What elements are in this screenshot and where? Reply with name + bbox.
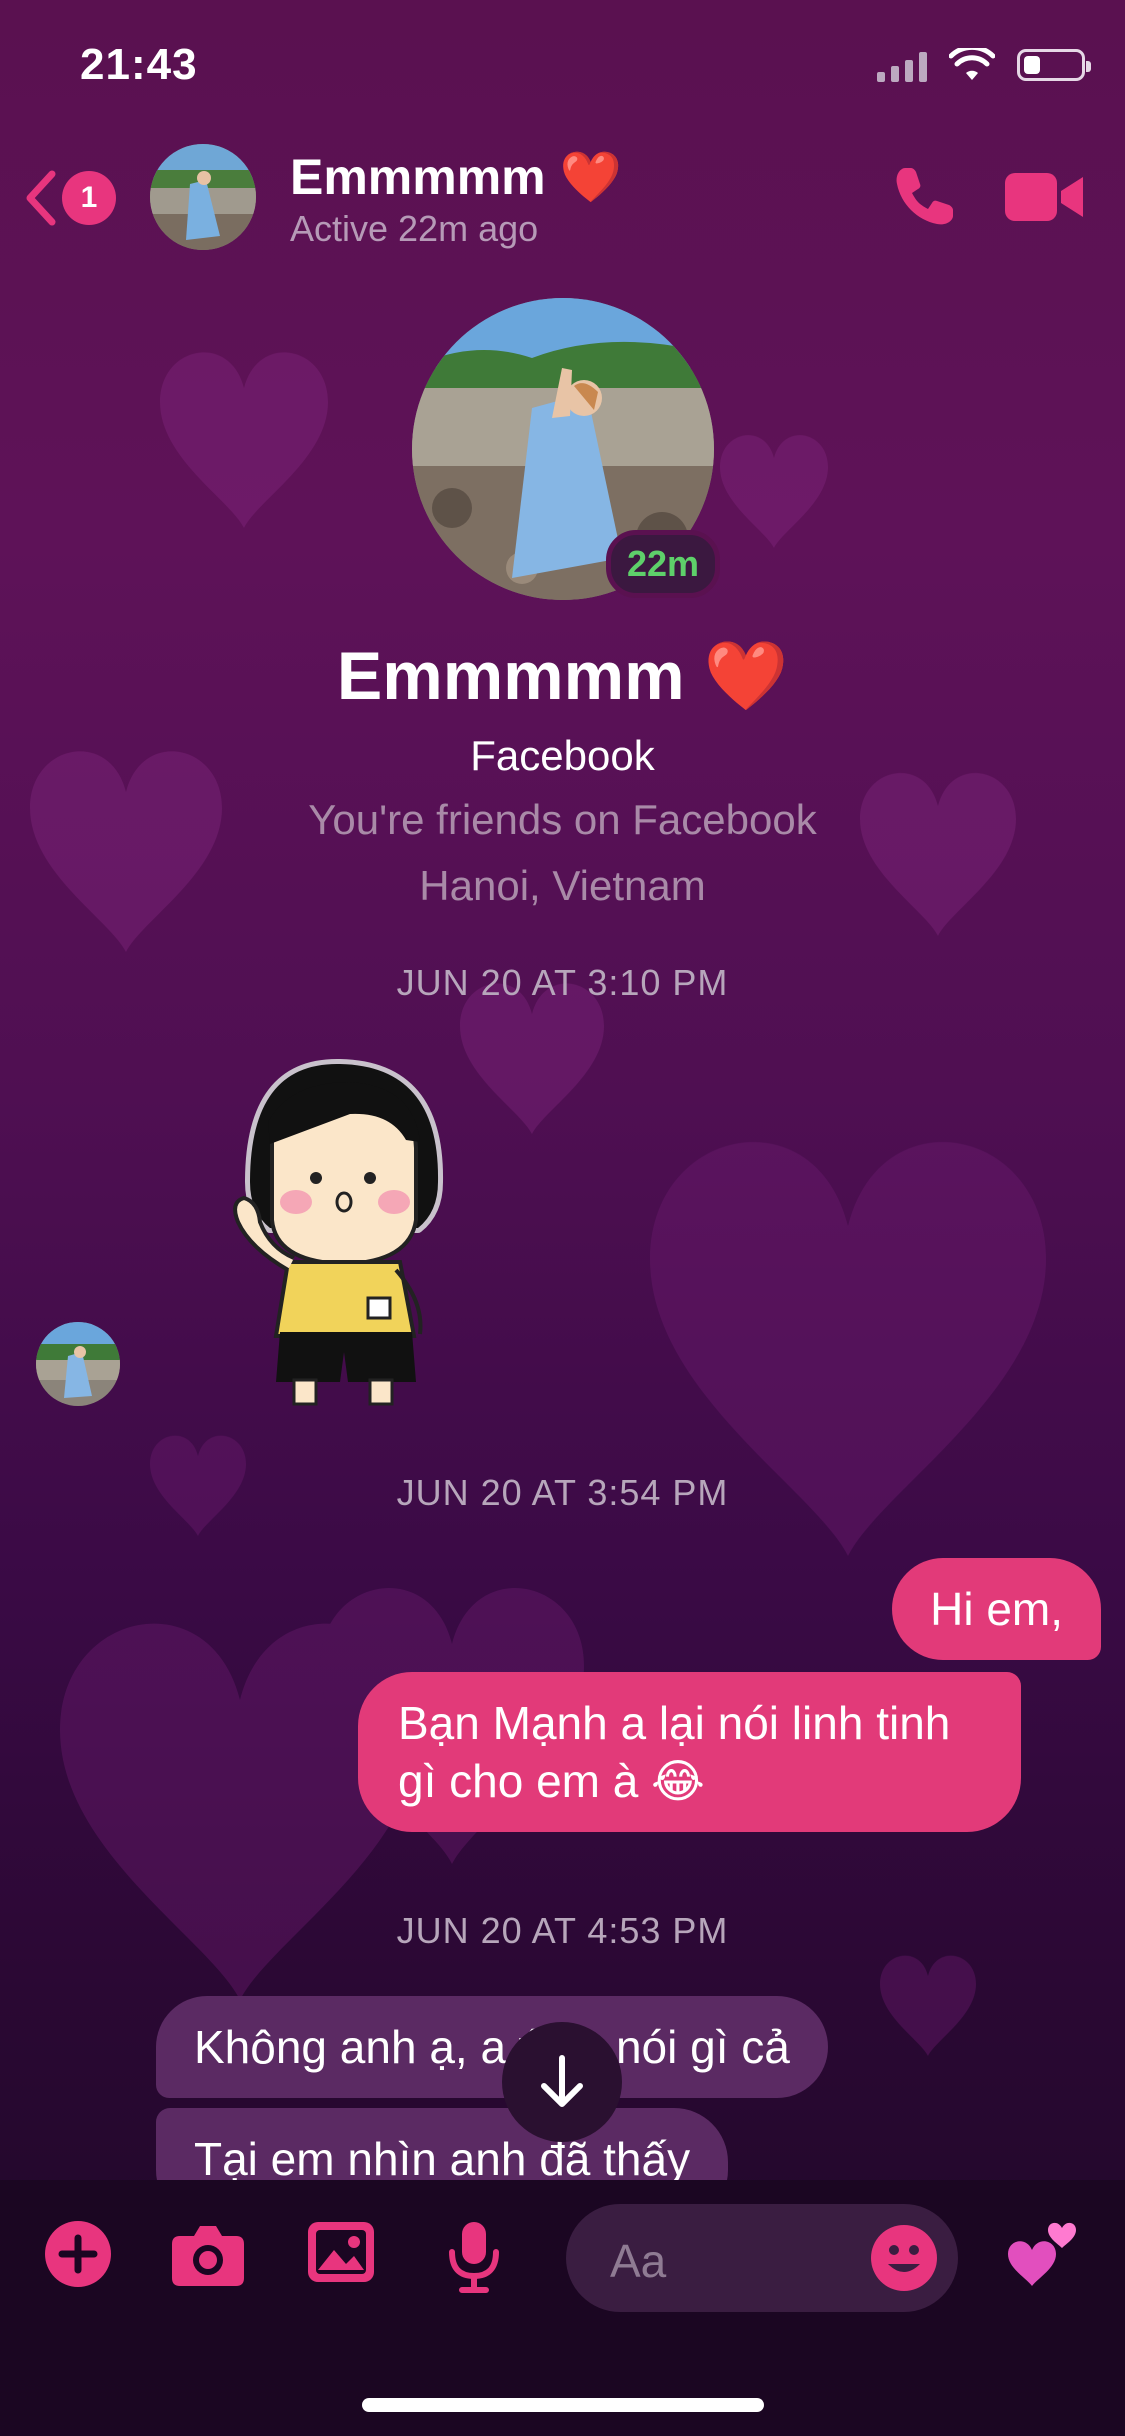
message-timestamp: JUN 20 AT 4:53 PM [396,1910,729,1951]
battery-icon [1017,49,1091,81]
active-status: Active 22m ago [290,208,539,249]
header-actions [891,164,1085,230]
unread-badge: 1 [62,171,116,225]
friendship-status: You're friends on Facebook [308,796,817,843]
sender-avatar[interactable] [36,1322,120,1406]
arrow-down-icon [541,2055,583,2107]
message-timestamp: JUN 20 AT 3:10 PM [396,962,729,1003]
avatar[interactable] [150,144,256,250]
contact-name: Emmmmm ❤️ [290,149,622,205]
scroll-to-bottom-button[interactable] [502,2022,622,2142]
camera-icon[interactable] [170,2220,246,2288]
profile-name: Emmmmm ❤️ [336,638,789,714]
outgoing-message[interactable]: Hi em, [892,1558,1101,1660]
plus-icon[interactable] [44,2220,112,2288]
emoji-icon[interactable] [870,2224,938,2292]
wifi-icon [949,48,995,80]
status-icons [877,48,1091,82]
sticker-image[interactable] [210,1052,470,1412]
profile-source: Facebook [470,732,655,779]
image-icon[interactable] [306,2220,376,2284]
profile-location: Hanoi, Vietnam [419,862,706,909]
status-time: 21:43 [80,40,198,89]
message-input-placeholder: Aa [610,2235,667,2287]
message-timestamp: JUN 20 AT 3:54 PM [396,1472,729,1513]
chevron-left-icon [26,170,56,226]
microphone-icon[interactable] [448,2220,500,2294]
status-bar: 21:43 [0,0,1125,140]
video-call-icon[interactable] [1005,169,1085,225]
back-button[interactable]: 1 [22,168,116,228]
chat-header: 1 Emmmmm ❤️ Active 22m ago [0,140,1125,270]
outgoing-message[interactable]: Bạn Mạnh a lại nói linh tinh gì cho em à… [358,1672,1021,1832]
cellular-signal-icon [877,48,927,82]
hearts-icon[interactable] [1004,2220,1084,2292]
phone-icon[interactable] [891,164,957,230]
incoming-message[interactable]: Không anh ạ, a ý ko nói gì cả [156,1996,828,2098]
active-time-badge: 22m [606,530,721,598]
home-indicator [362,2398,764,2412]
message-input[interactable]: Aa [566,2204,958,2312]
